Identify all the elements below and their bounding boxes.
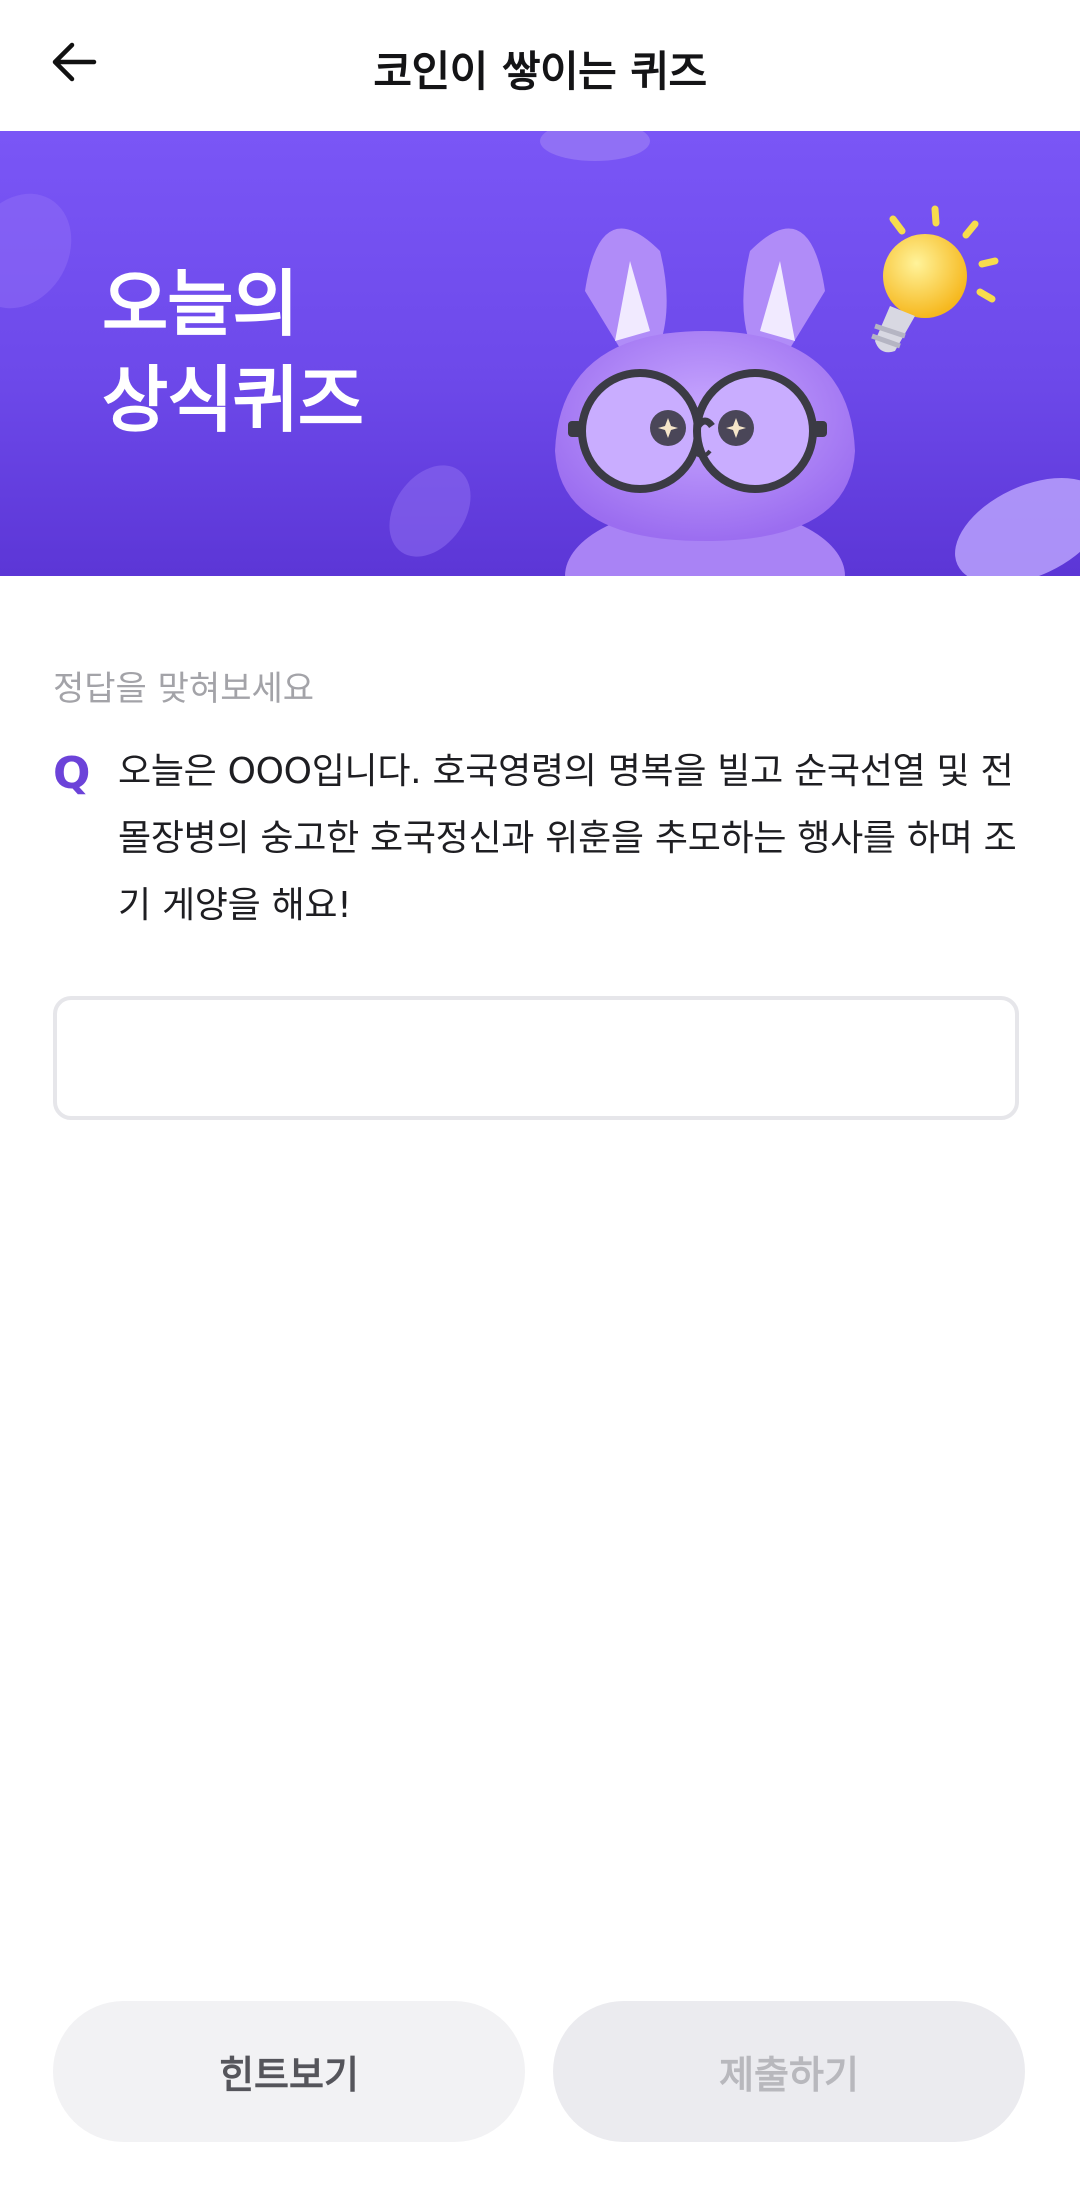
quiz-prompt: 정답을 맞혀보세요 xyxy=(53,669,315,709)
question-text: 오늘은 OOO입니다. 호국영령의 명복을 빌고 순국선열 및 전몰장병의 숭고… xyxy=(118,751,1017,926)
hint-button[interactable]: 힌트보기 xyxy=(53,2001,525,2142)
answer-input[interactable] xyxy=(53,996,1019,1120)
banner-title-line1: 오늘의 xyxy=(102,262,299,346)
submit-button[interactable]: 제출하기 xyxy=(553,2001,1025,2142)
quiz-banner: 오늘의 상식퀴즈 xyxy=(0,131,1080,576)
banner-title-line2: 상식퀴즈 xyxy=(102,358,364,442)
banner-title: 오늘의 상식퀴즈 xyxy=(102,256,364,448)
question-marker: Q xyxy=(53,748,91,799)
page-title: 코인이 쌓이는 퀴즈 xyxy=(373,47,707,96)
app-header: 코인이 쌓이는 퀴즈 xyxy=(0,0,1080,131)
